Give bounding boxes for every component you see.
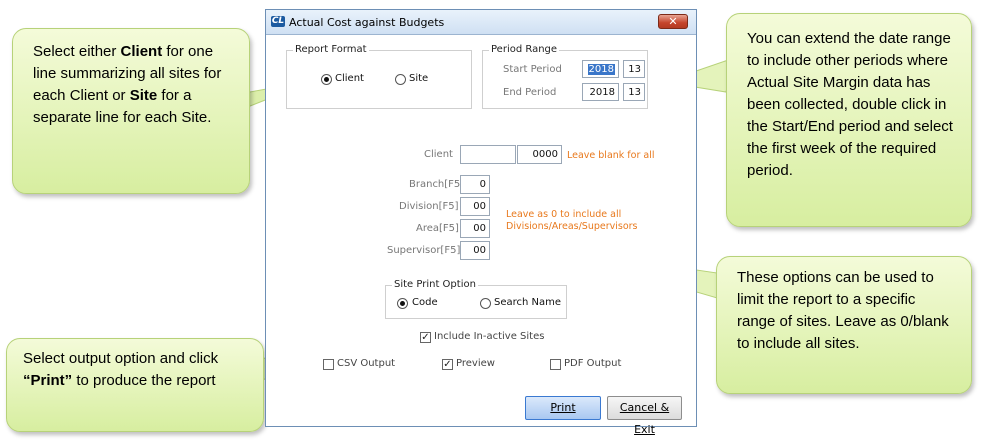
supervisor-input[interactable]: 00 bbox=[460, 241, 490, 260]
report-format-legend: Report Format bbox=[293, 44, 369, 55]
division-label: Division[F5] bbox=[399, 201, 459, 212]
callout-period: You can extend the date range to include… bbox=[726, 13, 972, 227]
start-period-label: Start Period bbox=[503, 64, 562, 75]
callout-text: These options can be used to limit the r… bbox=[737, 269, 949, 352]
cancel-exit-button[interactable]: Cancel & Exit bbox=[607, 396, 682, 436]
callout-output: Select output option and click “Print” t… bbox=[6, 338, 264, 432]
report-format-site-radio[interactable] bbox=[395, 74, 406, 85]
callout-text: Select output option and click bbox=[23, 350, 219, 367]
client-hint: Leave blank for all bbox=[567, 150, 655, 161]
client-name-input[interactable] bbox=[460, 145, 516, 164]
filters-hint-line1: Leave as 0 to include all bbox=[506, 209, 622, 220]
end-period-week-input[interactable]: 13 bbox=[623, 83, 645, 101]
division-input[interactable]: 00 bbox=[460, 197, 490, 216]
end-period-year-input[interactable]: 2018 bbox=[582, 83, 619, 101]
start-period-year-value: 2018 bbox=[587, 64, 615, 75]
callout-report-format: Select either Client for one line summar… bbox=[12, 28, 250, 194]
callout-bold-client: Client bbox=[120, 43, 163, 60]
site-print-option-group: Site Print Option Code Search Name bbox=[385, 279, 567, 319]
end-period-label: End Period bbox=[503, 87, 557, 98]
client-code-input[interactable]: 0000 bbox=[517, 145, 562, 164]
area-input[interactable]: 00 bbox=[460, 219, 490, 238]
report-format-group: Report Format Client Site bbox=[286, 44, 472, 109]
report-format-site-label[interactable]: Site bbox=[409, 73, 428, 84]
site-print-search-name-label[interactable]: Search Name bbox=[494, 297, 561, 308]
csv-output-label[interactable]: CSV Output bbox=[337, 358, 395, 369]
area-label: Area[F5] bbox=[416, 223, 459, 234]
start-period-year-input[interactable]: 2018 bbox=[582, 60, 619, 78]
filters-hint-line2: Divisions/Areas/Supervisors bbox=[506, 221, 638, 232]
site-print-search-name-radio[interactable] bbox=[480, 298, 491, 309]
csv-output-checkbox[interactable] bbox=[323, 359, 334, 370]
start-period-week-input[interactable]: 13 bbox=[623, 60, 645, 78]
pdf-output-checkbox[interactable] bbox=[550, 359, 561, 370]
period-range-group: Period Range Start Period 2018 13 End Pe… bbox=[482, 44, 648, 109]
period-range-legend: Period Range bbox=[489, 44, 560, 55]
include-inactive-checkbox[interactable]: ✓ bbox=[420, 332, 431, 343]
app-logo-icon: CL bbox=[271, 16, 285, 27]
branch-label: Branch[F5] bbox=[409, 179, 465, 190]
report-format-client-radio[interactable] bbox=[321, 74, 332, 85]
print-button[interactable]: Print bbox=[525, 396, 601, 420]
actual-cost-dialog: CL Actual Cost against Budgets ✕ Report … bbox=[265, 9, 697, 436]
preview-label[interactable]: Preview bbox=[456, 358, 495, 369]
callout-options: These options can be used to limit the r… bbox=[716, 256, 972, 394]
dialog-title: Actual Cost against Budgets bbox=[289, 16, 445, 29]
supervisor-label: Supervisor[F5] bbox=[387, 245, 461, 256]
callout-bold-site: Site bbox=[129, 87, 158, 104]
print-button-label: Print bbox=[550, 401, 576, 414]
callout-text: to produce the report bbox=[72, 372, 216, 389]
client-label: Client bbox=[424, 149, 453, 160]
close-button[interactable]: ✕ bbox=[658, 14, 688, 29]
preview-checkbox[interactable]: ✓ bbox=[442, 359, 453, 370]
branch-input[interactable]: 0 bbox=[460, 175, 490, 194]
site-print-code-radio[interactable] bbox=[397, 298, 408, 309]
site-print-code-label[interactable]: Code bbox=[412, 297, 438, 308]
callout-text: Select either bbox=[33, 43, 121, 60]
callout-bold-print: “Print” bbox=[23, 372, 73, 389]
pdf-output-label[interactable]: PDF Output bbox=[564, 358, 621, 369]
title-bar[interactable]: CL Actual Cost against Budgets ✕ bbox=[266, 10, 696, 35]
site-print-option-legend: Site Print Option bbox=[392, 279, 478, 290]
include-inactive-label[interactable]: Include In-active Sites bbox=[434, 331, 544, 342]
report-format-client-label[interactable]: Client bbox=[335, 73, 364, 84]
callout-text: You can extend the date range to include… bbox=[747, 30, 953, 179]
